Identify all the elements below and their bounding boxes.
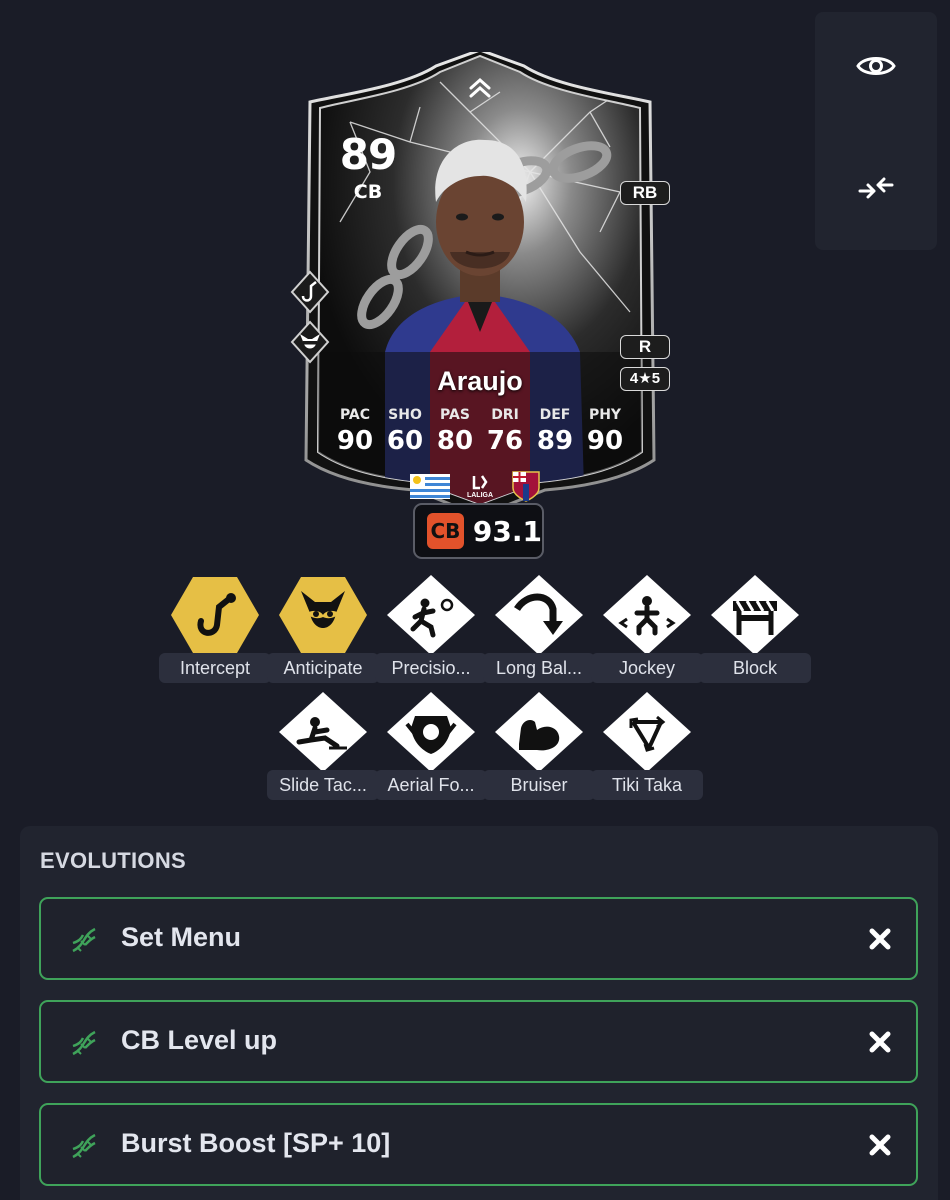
tiki-taka-icon [603,692,691,772]
dna-icon [72,1133,96,1159]
evolution-item[interactable]: CB Level up [39,1000,918,1083]
jockey-icon [603,575,691,655]
dna-icon [72,1030,96,1056]
player-name: Araujo [437,366,523,396]
playstyle-long-ball[interactable]: Long Bal... [483,575,595,695]
block-icon [711,575,799,655]
playstyle-bruiser[interactable]: Bruiser [483,692,595,812]
evolution-name: Set Menu [121,922,242,952]
playstyle-aerial-fortress[interactable]: Aerial Fo... [375,692,487,812]
compare-button[interactable] [846,158,906,218]
stat-phy: PHY 90 [586,407,624,456]
playstyle-tiki-taka[interactable]: Tiki Taka [591,692,703,812]
dna-icon [72,927,96,953]
position-rating-label: CB [427,513,464,549]
hook-icon [171,577,259,653]
precision-pass-icon [387,575,475,655]
compare-arrows-icon [858,177,894,199]
eye-icon [856,57,896,75]
side-panel [815,12,937,250]
raccoon-icon [279,577,367,653]
card-rating: 89 [339,130,397,179]
card-raccoon-icon [290,320,330,364]
position-rating-pill: CB 93.1 [413,503,544,559]
aerial-icon [387,692,475,772]
playstyle-label: Long Bal... [483,653,595,683]
position-rating-value: 93.1 [472,514,542,548]
stat-sho: SHO 60 [386,407,424,456]
close-icon[interactable] [862,1127,898,1163]
slide-tackle-icon [279,692,367,772]
playstyle-intercept[interactable]: Intercept [159,575,271,695]
stat-def: DEF 89 [536,407,574,456]
playstyle-label: Anticipate [267,653,379,683]
close-icon[interactable] [862,921,898,957]
playstyle-label: Tiki Taka [591,770,703,800]
card-preferred-foot: R [620,335,670,359]
playstyle-label: Slide Tac... [267,770,379,800]
stats-row: PAC 90 SHO 60 PAS 80 DRI 76 DEF 89 PHY 9… [332,407,628,456]
evolution-item[interactable]: Set Menu [39,897,918,980]
playstyle-jockey[interactable]: Jockey [591,575,703,695]
playstyle-precision-pass[interactable]: Precisio... [375,575,487,695]
card-hook-icon [290,270,330,314]
evolutions-title: EVOLUTIONS [40,848,187,873]
stat-dri: DRI 76 [486,407,524,456]
playstyle-anticipate[interactable]: Anticipate [267,575,379,695]
card-position: CB [353,181,383,203]
playstyle-slide-tackle[interactable]: Slide Tac... [267,692,379,812]
view-toggle-button[interactable] [846,36,906,96]
evolution-name: CB Level up [121,1025,278,1055]
stat-pas: PAS 80 [436,407,474,456]
playstyle-label: Precisio... [375,653,487,683]
playstyle-label: Jockey [591,653,703,683]
playstyle-label: Block [699,653,811,683]
playstyle-label: Intercept [159,653,271,683]
bruiser-icon [495,692,583,772]
league-label: LALIGA [466,492,494,499]
nation-flag-icon [410,474,450,499]
evolution-item[interactable]: Burst Boost [SP+ 10] [39,1103,918,1186]
player-card[interactable]: 89 CB RB R 4★5 Araujo PAC 90 SHO 60 PAS … [290,52,670,522]
stat-pac: PAC 90 [336,407,374,456]
long-ball-icon [495,575,583,655]
evolution-name: Burst Boost [SP+ 10] [121,1128,391,1158]
evolutions-panel: EVOLUTIONS Set Menu CB Level up Burst Bo… [20,826,938,1200]
card-alt-position: RB [620,181,670,205]
close-icon[interactable] [862,1024,898,1060]
playstyle-label: Bruiser [483,770,595,800]
playstyle-block[interactable]: Block [699,575,811,695]
card-skill-weak-foot: 4★5 [620,367,670,391]
playstyle-label: Aerial Fo... [375,770,487,800]
